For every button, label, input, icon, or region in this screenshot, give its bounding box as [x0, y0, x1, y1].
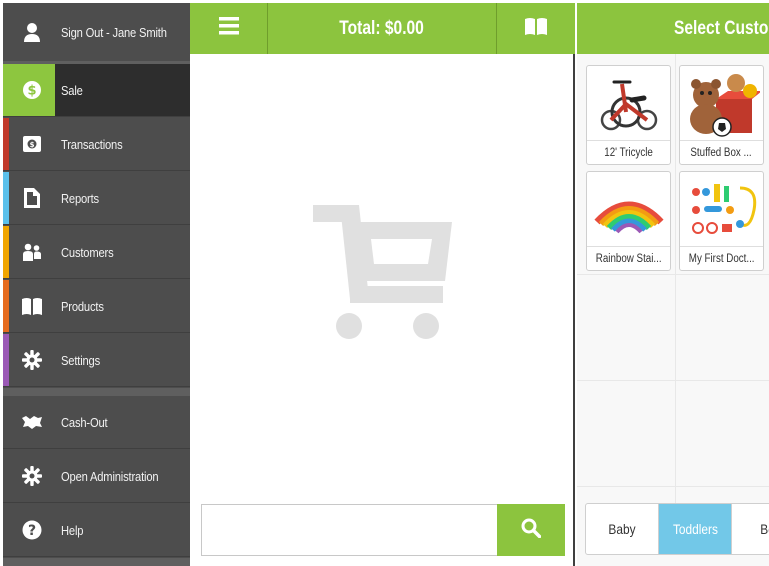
sign-out-label: Sign Out - Jane Smith	[61, 24, 167, 40]
grid-divider	[577, 380, 769, 381]
help-button[interactable]: ? Help	[3, 504, 190, 557]
products-toggle-button[interactable]	[497, 3, 575, 54]
customers-icon	[3, 243, 61, 261]
cart-header: Total: $0.00	[190, 3, 575, 54]
sign-out-button[interactable]: Sign Out - Jane Smith	[3, 3, 190, 61]
search-button[interactable]	[497, 504, 565, 556]
product-name: Rainbow Stai...	[587, 246, 670, 270]
search-input[interactable]	[201, 504, 498, 556]
settings-color-stripe	[3, 334, 9, 386]
sidebar-item-label: Reports	[61, 190, 99, 206]
gear-icon	[3, 466, 61, 486]
select-customer-label: Select Custom	[674, 17, 769, 39]
sidebar-item-settings[interactable]: Settings	[3, 334, 190, 387]
help-icon: ?	[3, 520, 61, 540]
search-icon	[521, 518, 542, 543]
transactions-color-stripe	[3, 118, 9, 170]
svg-text:$: $	[30, 141, 35, 149]
open-administration-button[interactable]: Open Administration	[3, 450, 190, 503]
sidebar-item-sale[interactable]: $ Sale	[3, 64, 190, 117]
sidebar-item-label: Transactions	[61, 136, 123, 152]
product-name: 12' Tricycle	[587, 140, 670, 164]
open-administration-label: Open Administration	[61, 468, 159, 484]
sidebar-divider	[3, 388, 190, 396]
menu-button[interactable]	[190, 3, 268, 54]
grid-divider	[675, 54, 676, 504]
sidebar: Sign Out - Jane Smith $ Sale $ Transacti…	[3, 3, 190, 566]
total-label: Total: $0.00	[339, 17, 425, 39]
product-tile[interactable]: Rainbow Stai...	[586, 171, 671, 271]
category-tabs: Baby Toddlers Bo	[585, 503, 769, 555]
help-label: Help	[61, 522, 84, 538]
tricycle-image	[587, 66, 670, 141]
category-tab-baby[interactable]: Baby	[586, 504, 659, 554]
cash-out-label: Cash-Out	[61, 414, 108, 430]
gear-icon	[3, 350, 61, 370]
total-display: Total: $0.00	[268, 3, 497, 54]
category-tab-boys[interactable]: Bo	[732, 504, 769, 554]
receipt-icon: $	[3, 136, 61, 152]
document-icon	[3, 188, 61, 208]
sidebar-item-customers[interactable]: Customers	[3, 226, 190, 279]
products-color-stripe	[3, 280, 9, 332]
hamburger-icon	[218, 17, 239, 40]
rainbow-spring-image	[587, 172, 670, 247]
product-tile[interactable]: 12' Tricycle	[586, 65, 671, 165]
cash-out-button[interactable]: Cash-Out	[3, 396, 190, 449]
reports-color-stripe	[3, 172, 9, 224]
sidebar-item-reports[interactable]: Reports	[3, 172, 190, 225]
grid-divider	[577, 486, 769, 487]
customers-color-stripe	[3, 226, 9, 278]
sidebar-item-products[interactable]: Products	[3, 280, 190, 333]
product-tile[interactable]: My First Doct...	[679, 171, 764, 271]
product-name: Stuffed Box ...	[680, 140, 763, 164]
cart-area	[190, 54, 575, 566]
doctor-kit-image	[680, 172, 763, 247]
product-grid: 12' Tricycle Stuffed Box ... Rainbow Sta…	[577, 54, 769, 566]
grid-divider	[577, 274, 769, 275]
sidebar-divider	[3, 558, 190, 566]
select-customer-header[interactable]: Select Custom	[577, 3, 769, 54]
empty-cart-icon	[310, 202, 455, 352]
sidebar-item-label: Customers	[61, 244, 114, 260]
category-tab-toddlers[interactable]: Toddlers	[659, 504, 732, 554]
sidebar-item-label: Products	[61, 298, 104, 314]
book-icon	[525, 17, 547, 40]
user-icon	[3, 22, 61, 42]
sidebar-item-transactions[interactable]: $ Transactions	[3, 118, 190, 171]
sidebar-item-label: Settings	[61, 352, 101, 368]
book-icon	[3, 297, 61, 315]
sidebar-item-label: Sale	[61, 82, 83, 98]
product-name: My First Doct...	[680, 246, 763, 270]
product-tile[interactable]: Stuffed Box ...	[679, 65, 764, 165]
svg-text:?: ?	[28, 523, 36, 539]
svg-text:$: $	[27, 84, 36, 99]
cash-out-icon	[3, 414, 61, 430]
dollar-icon: $	[3, 80, 61, 100]
stuffed-animals-image	[680, 66, 763, 141]
